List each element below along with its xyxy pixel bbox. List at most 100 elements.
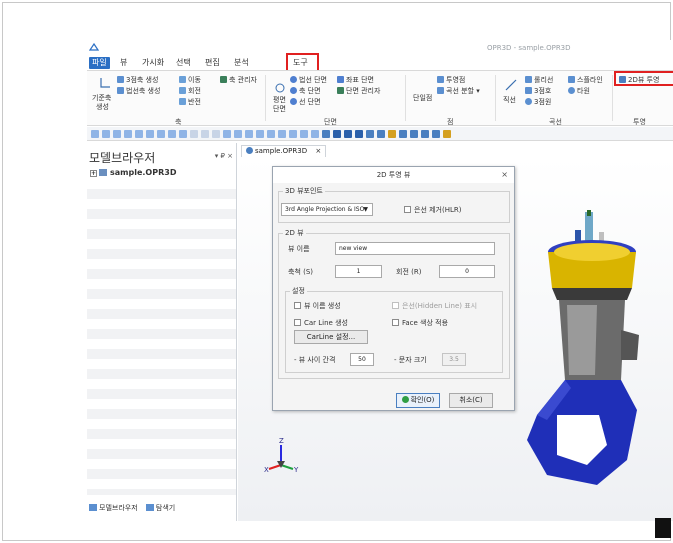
- toolbar-icon[interactable]: [234, 130, 242, 138]
- hidden-line-removal-checkbox[interactable]: 은선 제거(HLR): [404, 205, 461, 215]
- toolbar-icon[interactable]: [157, 130, 165, 138]
- menu-edit[interactable]: 편집: [202, 57, 223, 69]
- rotate-label: 회전 (R): [396, 268, 422, 276]
- toolbar-icon[interactable]: [91, 130, 99, 138]
- carline-settings-button[interactable]: CarLine 설정...: [294, 330, 368, 344]
- toolbar-icon[interactable]: [322, 130, 330, 138]
- toolbar-icon[interactable]: [388, 130, 396, 138]
- toolbar-icon[interactable]: [333, 130, 341, 138]
- menu-visualize[interactable]: 가시화: [139, 57, 167, 69]
- char-size-input[interactable]: 3.5: [442, 353, 466, 366]
- toolbar-icon[interactable]: [179, 130, 187, 138]
- toolbar-icon[interactable]: [278, 130, 286, 138]
- plane-section-label2[interactable]: 단면: [273, 104, 286, 114]
- spline-button[interactable]: 스플라인: [568, 75, 603, 85]
- model-browser-panel: 모델브라우저 ▾ ₽ × + sample.OPR3D 모델브라우저 탐색기: [87, 143, 237, 521]
- viewpoint-select[interactable]: 3rd Angle Projection & ISO ▼: [281, 203, 373, 216]
- curve-split-button[interactable]: 곡선 분할 ▾: [437, 86, 480, 96]
- carline-create-checkbox[interactable]: Car Line 생성: [294, 318, 348, 328]
- toolbar-icon[interactable]: [443, 130, 451, 138]
- three-circle-button[interactable]: 3점원: [525, 97, 551, 107]
- toolbar-icon[interactable]: [168, 130, 176, 138]
- base-axis-label2[interactable]: 생성: [96, 102, 109, 112]
- toolbar-icon[interactable]: [399, 130, 407, 138]
- toolbar-icon[interactable]: [113, 130, 121, 138]
- tree-root-item[interactable]: + sample.OPR3D: [90, 168, 176, 177]
- toolbar-icon[interactable]: [300, 130, 308, 138]
- toolbar-icon[interactable]: [344, 130, 352, 138]
- move-button[interactable]: 이동: [179, 75, 201, 85]
- three-point-axis-button[interactable]: 3점축 생성: [117, 75, 158, 85]
- ribbon-divider: [265, 75, 266, 121]
- svg-text:X: X: [264, 466, 269, 474]
- menu-file[interactable]: 파일: [89, 57, 110, 69]
- three-arc-button[interactable]: 3점호: [525, 86, 551, 96]
- ellipse-label: 타원: [577, 87, 590, 95]
- toolbar-icon[interactable]: [223, 130, 231, 138]
- fillet-button[interactable]: 롤리선: [525, 75, 553, 85]
- toolbar-icon[interactable]: [212, 130, 220, 138]
- panel-title: 모델브라우저: [89, 151, 156, 165]
- hidden-line-display-checkbox[interactable]: 은선(Hidden Line) 표시: [392, 301, 477, 311]
- create-view-name-checkbox[interactable]: 뷰 이름 생성: [294, 301, 341, 311]
- menu-analysis[interactable]: 분석: [231, 57, 252, 69]
- normal-section-button[interactable]: 법선 단면: [290, 75, 327, 85]
- toolbar-icon[interactable]: [289, 130, 297, 138]
- axis-group-label: 축: [175, 118, 182, 126]
- move-icon: [179, 76, 186, 83]
- axis-section-button[interactable]: 축 단면: [290, 86, 321, 96]
- toolbar-icon[interactable]: [146, 130, 154, 138]
- toolbar-icon[interactable]: [355, 130, 363, 138]
- projection-2d-dialog: 2D 투영 뷰 × 3D 뷰포인트 3rd Angle Projection &…: [272, 166, 515, 411]
- menu-view[interactable]: 뷰: [117, 57, 130, 69]
- ellipse-button[interactable]: 타원: [568, 86, 590, 96]
- projected-point-button[interactable]: 투영점: [437, 75, 465, 85]
- rotate-input[interactable]: 0: [439, 265, 495, 278]
- ribbon-divider: [612, 75, 613, 121]
- projected-point-label: 투영점: [446, 76, 466, 84]
- toolbar-icon[interactable]: [410, 130, 418, 138]
- menu-select[interactable]: 선택: [173, 57, 194, 69]
- coord-section-button[interactable]: 좌표 단면: [337, 75, 374, 85]
- view-gap-input[interactable]: 50: [350, 353, 374, 366]
- tree-root-label: sample.OPR3D: [110, 168, 177, 177]
- toolbar-icon[interactable]: [311, 130, 319, 138]
- document-tab[interactable]: sample.OPR3D ×: [241, 145, 327, 157]
- dialog-close-icon[interactable]: ×: [501, 170, 508, 179]
- line-section-button[interactable]: 선 단면: [290, 97, 321, 107]
- ellipse-icon: [568, 87, 575, 94]
- scale-input[interactable]: 1: [335, 265, 382, 278]
- hidden-line-removal-label: 은선 제거(HLR): [414, 206, 462, 214]
- tab-explorer[interactable]: 탐색기: [145, 503, 175, 513]
- toolbar-icon[interactable]: [366, 130, 374, 138]
- section-manager-button[interactable]: 단면 관리자: [337, 86, 380, 96]
- toolbar-icon[interactable]: [190, 130, 198, 138]
- toolbar-icon[interactable]: [124, 130, 132, 138]
- axis-manager-button[interactable]: 축 관리자: [220, 75, 257, 85]
- normal-axis-button[interactable]: 법선축 생성: [117, 86, 160, 96]
- toolbar-icon[interactable]: [421, 130, 429, 138]
- toolbar-icon[interactable]: [432, 130, 440, 138]
- toolbar-icon[interactable]: [267, 130, 275, 138]
- invert-button[interactable]: 반전: [179, 97, 201, 107]
- cancel-button[interactable]: 취소(C): [449, 393, 493, 408]
- single-point-button[interactable]: 단일점: [413, 93, 432, 103]
- toolbar-icon[interactable]: [256, 130, 264, 138]
- face-color-checkbox[interactable]: Face 색상 적용: [392, 318, 448, 328]
- toolbar-icon[interactable]: [245, 130, 253, 138]
- toolbar-icon[interactable]: [201, 130, 209, 138]
- tab-model-browser[interactable]: 모델브라우저: [89, 503, 138, 513]
- projection-button-highlight: [614, 71, 673, 86]
- toolbar-icon[interactable]: [135, 130, 143, 138]
- document-tab-close-icon[interactable]: ×: [315, 147, 321, 155]
- rotate-button[interactable]: 회전: [179, 86, 201, 96]
- scale-label: 축척 (S): [288, 268, 314, 276]
- ribbon-divider: [405, 75, 406, 121]
- ok-button[interactable]: 확인(O): [396, 393, 440, 408]
- expand-icon[interactable]: +: [90, 170, 97, 177]
- straight-line-button[interactable]: 직선: [503, 95, 516, 105]
- view-name-input[interactable]: new view: [335, 242, 495, 255]
- toolbar-icon[interactable]: [102, 130, 110, 138]
- panel-controls[interactable]: ▾ ₽ ×: [215, 152, 233, 160]
- toolbar-icon[interactable]: [377, 130, 385, 138]
